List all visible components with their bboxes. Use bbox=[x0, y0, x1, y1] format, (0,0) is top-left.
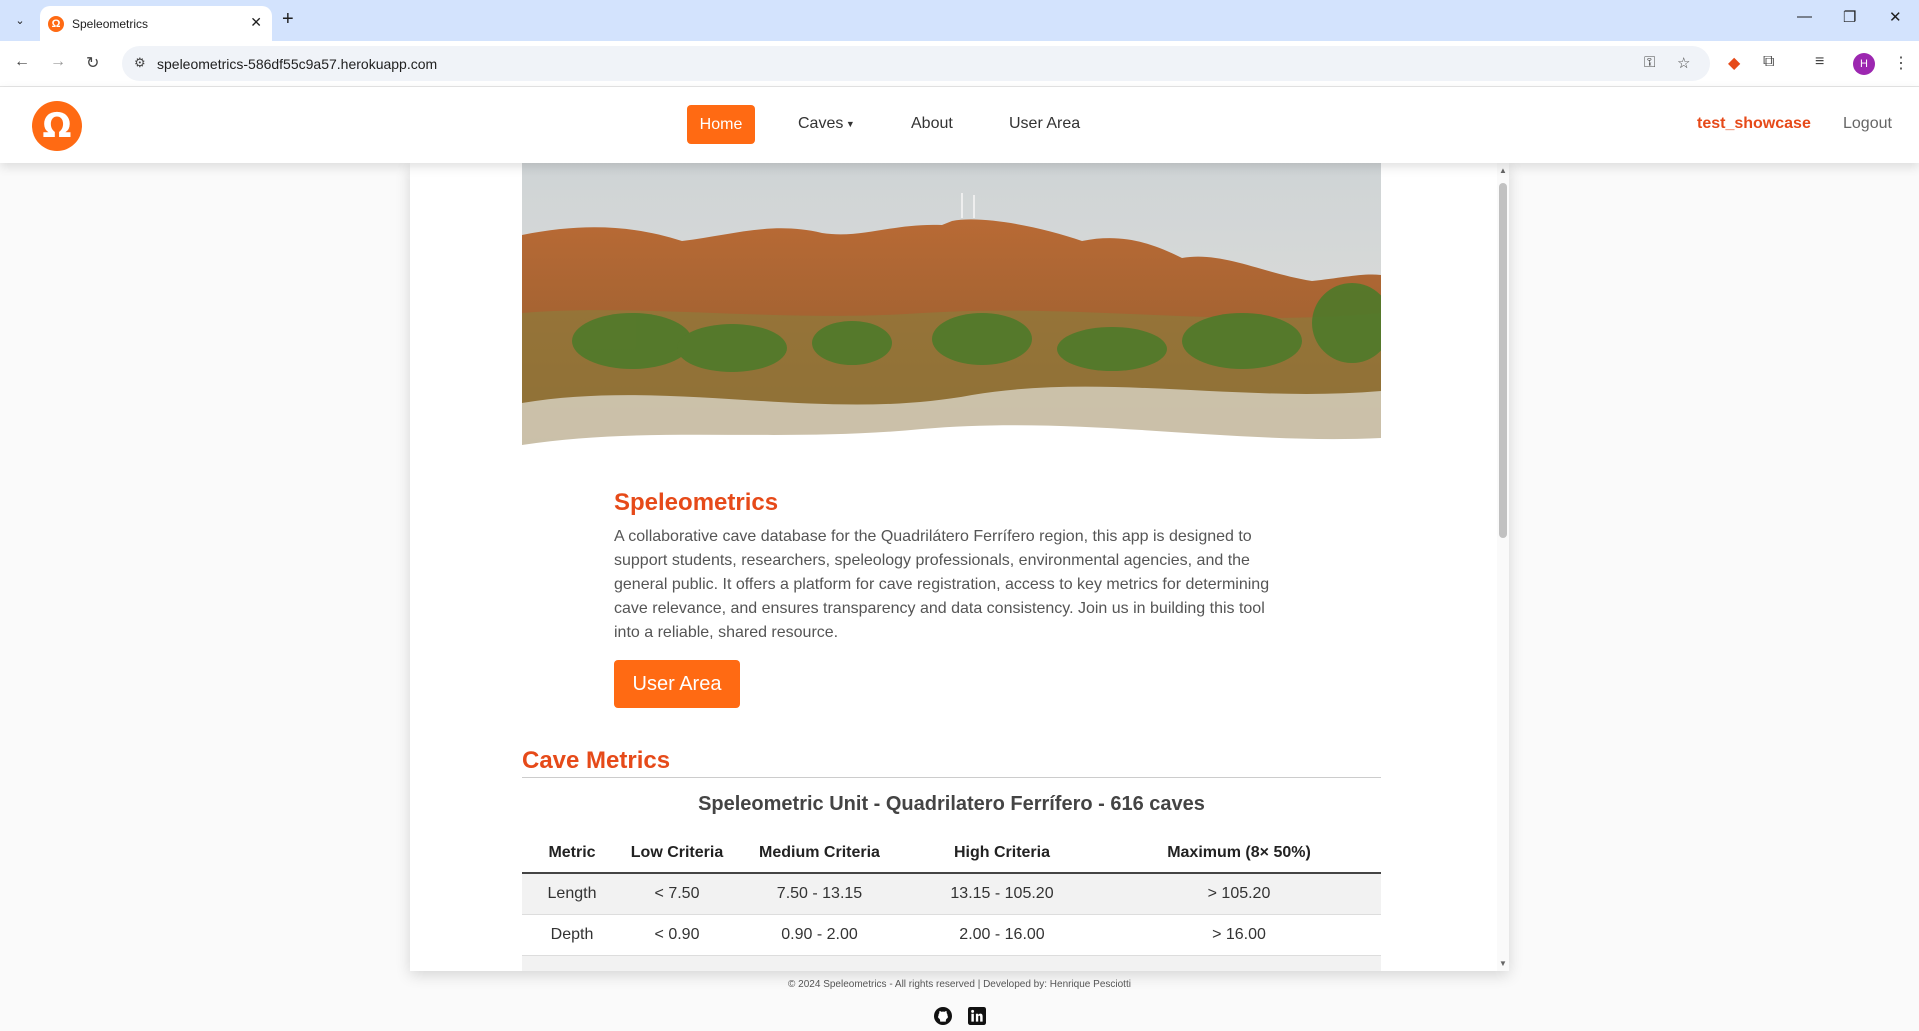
nav-caves-dropdown[interactable]: Caves ▼ bbox=[798, 115, 855, 133]
extension-icon[interactable]: ◆ bbox=[1728, 53, 1740, 73]
user-area-button[interactable]: User Area bbox=[614, 660, 740, 708]
extensions-puzzle-icon[interactable]: ⧉ bbox=[1763, 53, 1774, 71]
header-cell: Maximum (8× 50%) bbox=[1097, 834, 1381, 874]
metrics-title: Cave Metrics bbox=[522, 747, 671, 774]
caret-down-icon: ▼ bbox=[843, 118, 855, 129]
scroll-up-arrow-icon[interactable]: ▲ bbox=[1499, 166, 1507, 175]
nav-user-area[interactable]: User Area bbox=[1009, 115, 1080, 133]
footer-text: © 2024 Speleometrics - All rights reserv… bbox=[788, 979, 1131, 990]
table-cell bbox=[522, 955, 622, 971]
github-icon[interactable] bbox=[934, 1007, 952, 1025]
table-cell bbox=[907, 955, 1097, 971]
table-cell: 13.15 - 105.20 bbox=[907, 873, 1097, 915]
tab-search-icon[interactable]: ⌄ bbox=[8, 8, 32, 32]
menu-kebab-icon[interactable]: ⋮ bbox=[1893, 53, 1909, 73]
metrics-table: Metric Low Criteria Medium Criteria High… bbox=[522, 834, 1381, 971]
media-control-icon[interactable]: ≡ bbox=[1815, 53, 1824, 71]
scroll-down-arrow-icon[interactable]: ▼ bbox=[1499, 959, 1507, 968]
table-cell: < 0.90 bbox=[622, 914, 732, 956]
bookmark-star-icon[interactable]: ☆ bbox=[1677, 54, 1690, 72]
table-cell bbox=[622, 955, 732, 971]
table-cell: 2.00 - 16.00 bbox=[907, 914, 1097, 956]
content-scrollbar[interactable]: ▲ ▼ bbox=[1497, 163, 1509, 971]
header-cell: Medium Criteria bbox=[732, 834, 907, 874]
intro-title: Speleometrics bbox=[614, 489, 779, 516]
close-tab-icon[interactable]: ✕ bbox=[250, 14, 262, 31]
favicon-icon: Ω bbox=[48, 16, 64, 32]
minimize-icon[interactable]: — bbox=[1797, 8, 1812, 25]
table-row: Depth < 0.90 0.90 - 2.00 2.00 - 16.00 > … bbox=[522, 914, 1381, 956]
intro-text: A collaborative cave database for the Qu… bbox=[614, 528, 1270, 641]
hero-landscape-image bbox=[522, 163, 1381, 463]
table-cell: < 7.50 bbox=[622, 873, 732, 915]
table-cell: > 16.00 bbox=[1097, 914, 1381, 956]
scroll-thumb[interactable] bbox=[1499, 183, 1507, 538]
omega-logo-icon[interactable]: Ω bbox=[32, 101, 82, 151]
header-cell: High Criteria bbox=[907, 834, 1097, 874]
table-cell: 0.90 - 2.00 bbox=[732, 914, 907, 956]
restore-icon[interactable]: ❐ bbox=[1843, 8, 1856, 26]
table-row bbox=[522, 955, 1381, 971]
table-cell: > 105.20 bbox=[1097, 873, 1381, 915]
close-window-icon[interactable]: ✕ bbox=[1889, 8, 1902, 26]
browser-tab[interactable]: Ω Speleometrics ✕ bbox=[40, 6, 272, 41]
table-row: Length < 7.50 7.50 - 13.15 13.15 - 105.2… bbox=[522, 873, 1381, 915]
browser-toolbar: ← → ↻ ⚙ speleometrics-586df55c9a57.herok… bbox=[0, 41, 1919, 87]
unit-title: Speleometric Unit - Quadrilatero Ferrífe… bbox=[698, 793, 1205, 815]
table-cell bbox=[732, 955, 907, 971]
header-cell: Low Criteria bbox=[622, 834, 732, 874]
table-cell: Depth bbox=[522, 914, 622, 956]
site-info-icon[interactable]: ⚙ bbox=[134, 55, 146, 71]
address-bar[interactable]: ⚙ speleometrics-586df55c9a57.herokuapp.c… bbox=[122, 46, 1710, 81]
content-card: Speleometrics A collaborative cave datab… bbox=[410, 163, 1509, 971]
header-cell: Metric bbox=[522, 834, 622, 874]
back-icon[interactable]: ← bbox=[14, 53, 30, 71]
new-tab-icon[interactable]: + bbox=[282, 9, 294, 29]
profile-avatar[interactable]: H bbox=[1853, 53, 1875, 75]
reload-icon[interactable]: ↻ bbox=[86, 53, 99, 73]
tab-title: Speleometrics bbox=[72, 17, 149, 31]
linkedin-icon[interactable] bbox=[968, 1007, 986, 1025]
browser-tab-bar: ⌄ Ω Speleometrics ✕ + — ❐ ✕ bbox=[0, 0, 1919, 41]
forward-icon[interactable]: → bbox=[50, 53, 66, 71]
nav-username[interactable]: test_showcase bbox=[1697, 115, 1811, 133]
table-cell bbox=[1097, 955, 1381, 971]
nav-home[interactable]: Home bbox=[687, 105, 755, 144]
table-header-row: Metric Low Criteria Medium Criteria High… bbox=[522, 834, 1381, 874]
password-key-icon[interactable]: ⚿ bbox=[1644, 54, 1655, 71]
table-cell: 7.50 - 13.15 bbox=[732, 873, 907, 915]
nav-about[interactable]: About bbox=[911, 115, 953, 133]
table-cell: Length bbox=[522, 873, 622, 915]
divider bbox=[522, 777, 1381, 778]
url-text: speleometrics-586df55c9a57.herokuapp.com bbox=[157, 56, 438, 72]
site-navbar: Ω Home Caves ▼ About User Area test_show… bbox=[0, 87, 1919, 163]
footer-social-links bbox=[934, 1007, 986, 1025]
nav-caves-label: Caves bbox=[798, 115, 844, 132]
nav-logout[interactable]: Logout bbox=[1843, 115, 1892, 133]
